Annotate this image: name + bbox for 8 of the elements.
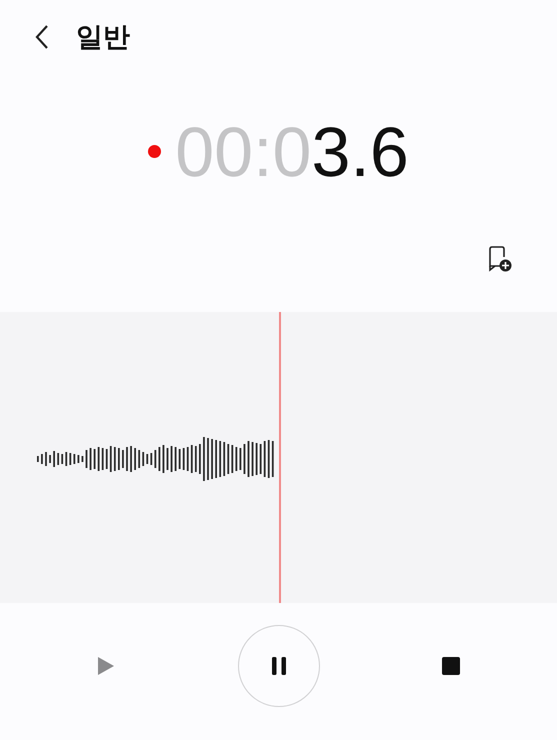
stop-icon [442,656,460,674]
play-icon [97,656,115,676]
bookmark-add-icon[interactable] [487,245,513,273]
pause-icon [270,656,286,674]
timer-elapsed: 3.6 [311,116,409,186]
back-icon[interactable] [35,24,49,50]
page-title: 일반 [76,21,130,55]
timer-elapsed-dim: 00:0 [175,116,312,186]
